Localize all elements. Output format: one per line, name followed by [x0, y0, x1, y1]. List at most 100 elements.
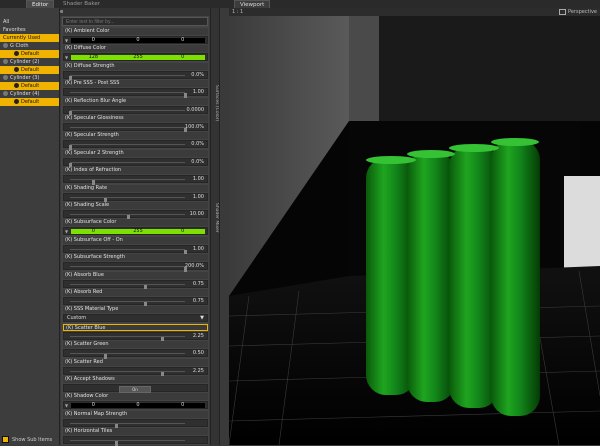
property-slider[interactable]: 1.00 — [63, 192, 208, 203]
property-slider[interactable] — [63, 436, 208, 446]
slider-track[interactable] — [70, 283, 185, 290]
property-slider[interactable]: 0.0000 — [63, 105, 208, 116]
slider-value[interactable]: 1.00 — [193, 194, 204, 201]
side-tab-surfaces[interactable]: Surfaces (Color) — [211, 68, 219, 138]
toggle-button[interactable]: On — [119, 386, 151, 393]
material-icon — [3, 91, 8, 96]
chevron-down-icon[interactable]: ▼ — [65, 38, 68, 43]
tree-item-label: All — [3, 19, 10, 25]
slider-value[interactable]: 0.0% — [191, 141, 204, 148]
property-slider[interactable]: 0.75 — [63, 297, 208, 307]
viewport-scene[interactable] — [229, 16, 600, 445]
slider-value[interactable]: 0.0000 — [187, 107, 205, 114]
slider-track[interactable] — [70, 422, 185, 429]
tree-item[interactable]: All — [0, 18, 59, 26]
property-slider[interactable]: 1.00 — [63, 88, 208, 99]
property-label: (K) Shadow Color — [63, 393, 208, 401]
property-slider[interactable]: 100.0% — [63, 123, 208, 133]
accept-shadows-toggle[interactable]: On — [63, 384, 208, 393]
slider-value[interactable]: 2.25 — [193, 368, 204, 375]
slider-track[interactable] — [70, 248, 187, 255]
tree-item-label: Cylinder (4) — [10, 91, 40, 97]
slider-value[interactable]: 200.0% — [185, 263, 204, 270]
slider-track[interactable] — [70, 440, 185, 446]
property-slider[interactable]: 10.00 — [63, 210, 208, 220]
slider-track[interactable] — [70, 92, 187, 99]
tree-item[interactable]: Cylinder (3) — [0, 74, 59, 82]
side-tab-shader-mixer[interactable]: Shader Mixer — [211, 188, 219, 248]
slider-value[interactable]: 0.0% — [191, 159, 204, 166]
viewport[interactable]: 1 : 1 Perspective — [229, 8, 600, 445]
checkbox-icon[interactable] — [2, 436, 9, 443]
color-picker[interactable]: ▼ 0 0 0 — [63, 36, 208, 44]
property-slider[interactable]: 0.0% — [63, 140, 208, 151]
property-slider[interactable]: 0.0% — [63, 157, 208, 168]
slider-track[interactable] — [70, 214, 185, 220]
color-swatch[interactable]: 0 0 0 — [71, 38, 205, 43]
color-picker[interactable]: ▼ 0 255 0 — [63, 227, 208, 236]
tree-item[interactable]: Default — [0, 50, 59, 58]
property-slider[interactable]: 200.0% — [63, 262, 208, 273]
color-swatch[interactable]: 128 255 0 — [71, 55, 205, 61]
property-label: (K) Scatter Red — [63, 358, 208, 366]
chevron-down-icon[interactable]: ▼ — [65, 403, 68, 408]
tree-item[interactable]: Favorites — [0, 26, 59, 34]
slider-value[interactable]: 0.0% — [191, 72, 204, 79]
tree-item[interactable]: Default — [0, 66, 59, 74]
tree-item-label: Default — [21, 83, 40, 89]
property-slider[interactable]: 0.50 — [63, 349, 208, 360]
slider-track[interactable] — [69, 144, 185, 151]
chevron-down-icon[interactable]: ▼ — [200, 315, 204, 322]
property-search-input[interactable] — [62, 17, 208, 26]
property-slider[interactable]: 1.00 — [63, 175, 208, 186]
tree-item[interactable]: Cylinder (2) — [0, 58, 59, 66]
property-slider[interactable]: 0.0% — [63, 70, 208, 81]
slider-track[interactable] — [69, 161, 185, 168]
property-row: (K) Specular 2 Strength 0.0% — [63, 149, 208, 168]
slider-value[interactable]: 1.00 — [193, 89, 204, 96]
property-slider[interactable]: 2.25 — [63, 331, 208, 342]
slider-value[interactable]: 1.00 — [193, 176, 204, 183]
show-sub-items-checkbox[interactable]: Show Sub Items — [2, 436, 52, 443]
camera-selector[interactable]: Perspective — [559, 8, 597, 16]
chevron-down-icon[interactable]: ▼ — [65, 229, 68, 234]
tree-item[interactable]: Currently Used — [0, 34, 59, 42]
slider-track[interactable] — [70, 179, 185, 186]
slider-track[interactable] — [70, 266, 187, 273]
slider-track[interactable] — [70, 127, 187, 133]
slider-value[interactable]: 0.75 — [193, 281, 204, 288]
slider-knob[interactable] — [115, 441, 118, 446]
color-swatch[interactable]: 0 255 0 — [71, 229, 205, 235]
slider-value[interactable]: 0.50 — [193, 350, 204, 357]
property-row: (K) Subsurface Strength 200.0% — [63, 254, 208, 273]
show-sub-items-label: Show Sub Items — [12, 437, 53, 443]
tree-item[interactable]: Cylinder (4) — [0, 90, 59, 98]
slider-track[interactable] — [69, 109, 185, 116]
slider-track[interactable] — [70, 370, 185, 377]
tab-shader-baker[interactable]: Shader Baker — [58, 0, 105, 8]
tree-item[interactable]: Default — [0, 82, 59, 90]
slider-track[interactable] — [70, 301, 185, 307]
slider-value[interactable]: 0.75 — [193, 298, 204, 305]
color-picker[interactable]: ▼ 128 255 0 — [63, 53, 208, 62]
slider-track[interactable] — [69, 74, 185, 81]
tree-item[interactable]: G Cloth — [0, 42, 59, 50]
slider-value[interactable]: 1.00 — [193, 246, 204, 253]
material-type-dropdown[interactable]: Custom ▼ — [63, 314, 208, 323]
tree-item[interactable]: Default — [0, 98, 59, 106]
slider-track[interactable] — [70, 335, 185, 342]
material-icon — [14, 67, 19, 72]
slider-track[interactable] — [70, 196, 185, 203]
property-slider[interactable]: 0.75 — [63, 279, 208, 290]
property-slider[interactable]: 1.00 — [63, 244, 208, 255]
property-slider[interactable] — [63, 418, 208, 429]
color-picker[interactable]: ▼ 0 0 0 — [63, 401, 208, 410]
chevron-down-icon[interactable]: ▼ — [65, 55, 68, 60]
slider-value[interactable]: 10.00 — [190, 211, 204, 218]
slider-value[interactable]: 2.25 — [193, 333, 204, 340]
color-swatch[interactable]: 0 0 0 — [71, 403, 205, 409]
slider-value[interactable]: 100.0% — [185, 124, 204, 131]
slider-track[interactable] — [70, 353, 185, 360]
material-icon — [3, 59, 8, 64]
property-slider[interactable]: 2.25 — [63, 366, 208, 377]
